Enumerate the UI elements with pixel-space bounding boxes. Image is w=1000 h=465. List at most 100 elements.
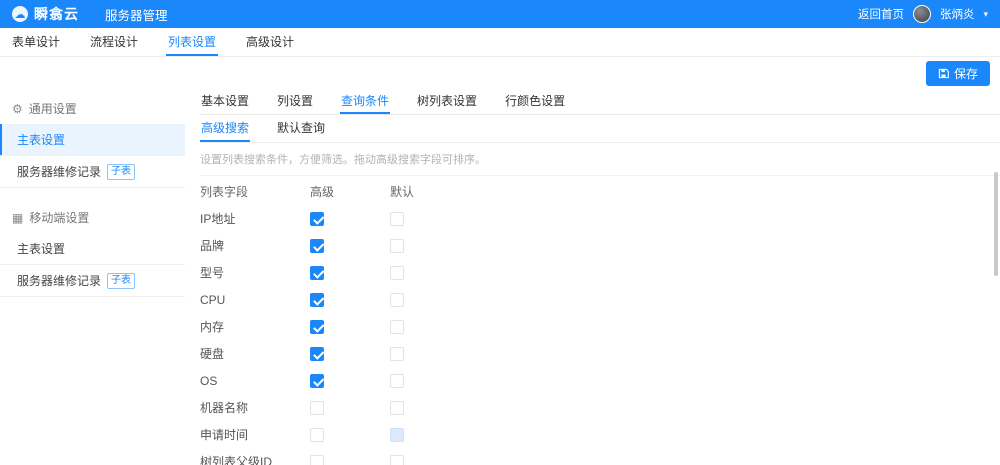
default-cell — [390, 265, 470, 280]
default-checkbox[interactable] — [390, 211, 404, 226]
subtab-advanced-search[interactable]: 高级搜索 — [200, 115, 251, 142]
advanced-checkbox[interactable] — [310, 238, 324, 253]
advanced-cell — [310, 373, 390, 388]
save-icon — [938, 68, 949, 79]
advanced-checkbox[interactable] — [310, 400, 324, 415]
table-row[interactable]: OS — [200, 367, 1000, 394]
table-row[interactable]: 申请时间 — [200, 421, 1000, 448]
field-label: CPU — [200, 292, 226, 307]
default-cell — [390, 319, 470, 334]
default-cell — [390, 373, 470, 388]
design-nav: 表单设计 流程设计 列表设置 高级设计 — [0, 28, 1000, 57]
nav-tab-list-settings[interactable]: 列表设置 — [166, 28, 219, 56]
table-row[interactable]: 内存 — [200, 313, 1000, 340]
field-label: 内存 — [200, 320, 225, 334]
column-header-field: 列表字段 — [200, 185, 249, 199]
table-row[interactable]: 树列表父级ID — [200, 448, 1000, 465]
table-row[interactable]: 型号 — [200, 259, 1000, 286]
field-label: 申请时间 — [200, 428, 249, 442]
advanced-cell — [310, 427, 390, 442]
back-home-link[interactable]: 返回首页 — [858, 6, 904, 22]
default-checkbox[interactable] — [390, 292, 404, 307]
toolbar: 保存 — [0, 57, 1000, 89]
sidebar-item-label: 主表设置 — [17, 133, 66, 147]
gear-icon: ⚙ — [12, 101, 23, 116]
default-checkbox[interactable] — [390, 238, 404, 253]
column-header-advanced: 高级 — [310, 185, 335, 199]
table-row[interactable]: 品牌 — [200, 232, 1000, 259]
subtable-badge: 子表 — [107, 163, 136, 180]
user-name: 张炳炎 — [939, 9, 975, 21]
sidebar-section-label: 通用设置 — [28, 102, 77, 116]
advanced-checkbox[interactable] — [310, 319, 324, 334]
field-label: OS — [200, 373, 218, 388]
sidebar-item-label: 服务器维修记录 — [17, 274, 102, 288]
table-row[interactable]: 硬盘 — [200, 340, 1000, 367]
default-cell — [390, 427, 470, 442]
tab-tree-list-settings[interactable]: 树列表设置 — [416, 89, 478, 114]
hint-text: 设置列表搜索条件，方便筛选。拖动高级搜索字段可排序。 — [200, 143, 1000, 176]
advanced-cell — [310, 346, 390, 361]
table-row[interactable]: CPU — [200, 286, 1000, 313]
subtab-default-query[interactable]: 默认查询 — [276, 115, 326, 142]
advanced-cell — [310, 400, 390, 415]
advanced-checkbox[interactable] — [310, 373, 324, 388]
nav-tab-advanced-design[interactable]: 高级设计 — [244, 28, 296, 56]
default-checkbox[interactable] — [390, 400, 404, 415]
scrollbar[interactable] — [994, 172, 998, 276]
advanced-cell — [310, 454, 390, 465]
sidebar-item-mobile-repair-record[interactable]: 服务器维修记录 子表 — [0, 265, 185, 297]
save-button[interactable]: 保存 — [925, 60, 990, 86]
field-label: 树列表父级ID — [200, 455, 273, 465]
default-checkbox[interactable] — [390, 373, 404, 388]
advanced-checkbox[interactable] — [310, 454, 324, 465]
nav-tab-flow-design[interactable]: 流程设计 — [88, 28, 140, 56]
chevron-down-icon[interactable]: ▾ — [983, 9, 988, 20]
field-label: IP地址 — [200, 212, 236, 226]
main-panel: 基本设置 列设置 查询条件 树列表设置 行颜色设置 高级搜索 默认查询 设置列表搜索条件，… — [185, 89, 1000, 465]
tab-query-conditions[interactable]: 查询条件 — [340, 89, 391, 114]
default-cell — [390, 238, 470, 253]
settings-sidebar: ⚙ 通用设置 主表设置 服务器维修记录 子表 ▦ 移动端设置 主表设置 服务器维修记录 子表 — [0, 89, 185, 465]
app-header: ☁ 瞬翕云 服务器管理 返回首页 张炳炎 ▾ — [0, 0, 1000, 28]
search-subtabs: 高级搜索 默认查询 — [200, 115, 1000, 143]
content-area: ⚙ 通用设置 主表设置 服务器维修记录 子表 ▦ 移动端设置 主表设置 服务器维修记录 子表 基本… — [0, 89, 1000, 465]
field-label: 机器名称 — [200, 401, 249, 415]
default-checkbox[interactable] — [390, 319, 404, 334]
default-cell — [390, 346, 470, 361]
default-cell — [390, 211, 470, 226]
sidebar-item-repair-record[interactable]: 服务器维修记录 子表 — [0, 156, 185, 188]
tab-basic-settings[interactable]: 基本设置 — [200, 89, 250, 114]
default-checkbox[interactable] — [390, 346, 404, 361]
sidebar-item-label: 服务器维修记录 — [17, 165, 102, 179]
default-cell — [390, 292, 470, 307]
advanced-checkbox[interactable] — [310, 346, 324, 361]
table-row[interactable]: IP地址 — [200, 205, 1000, 232]
header-right: 返回首页 张炳炎 ▾ — [858, 5, 988, 23]
mobile-icon: ▦ — [12, 210, 24, 225]
sidebar-section-label: 移动端设置 — [29, 211, 90, 225]
default-checkbox[interactable] — [390, 427, 404, 442]
sidebar-section: ⚙ 通用设置主表设置服务器维修记录 子表 — [0, 93, 185, 188]
table-row[interactable]: 机器名称 — [200, 394, 1000, 421]
avatar[interactable] — [912, 5, 931, 23]
nav-tab-form-design[interactable]: 表单设计 — [10, 28, 62, 56]
tab-column-settings[interactable]: 列设置 — [276, 89, 314, 114]
field-label: 型号 — [200, 266, 225, 280]
advanced-cell — [310, 292, 390, 307]
tab-row-color-settings[interactable]: 行颜色设置 — [504, 89, 566, 114]
advanced-checkbox[interactable] — [310, 265, 324, 280]
sidebar-item-mobile-main-table[interactable]: 主表设置 — [0, 233, 185, 265]
default-cell — [390, 400, 470, 415]
advanced-checkbox[interactable] — [310, 427, 324, 442]
advanced-checkbox[interactable] — [310, 292, 324, 307]
default-checkbox[interactable] — [390, 454, 404, 465]
sidebar-item-main-table[interactable]: 主表设置 — [0, 124, 185, 156]
default-checkbox[interactable] — [390, 265, 404, 280]
advanced-cell — [310, 265, 390, 280]
app-title: 服务器管理 — [105, 8, 168, 23]
advanced-checkbox[interactable] — [310, 211, 324, 226]
table-header-row: 列表字段 高级 默认 — [200, 178, 1000, 205]
advanced-cell — [310, 238, 390, 253]
cloud-logo-icon: ☁ — [12, 6, 28, 22]
